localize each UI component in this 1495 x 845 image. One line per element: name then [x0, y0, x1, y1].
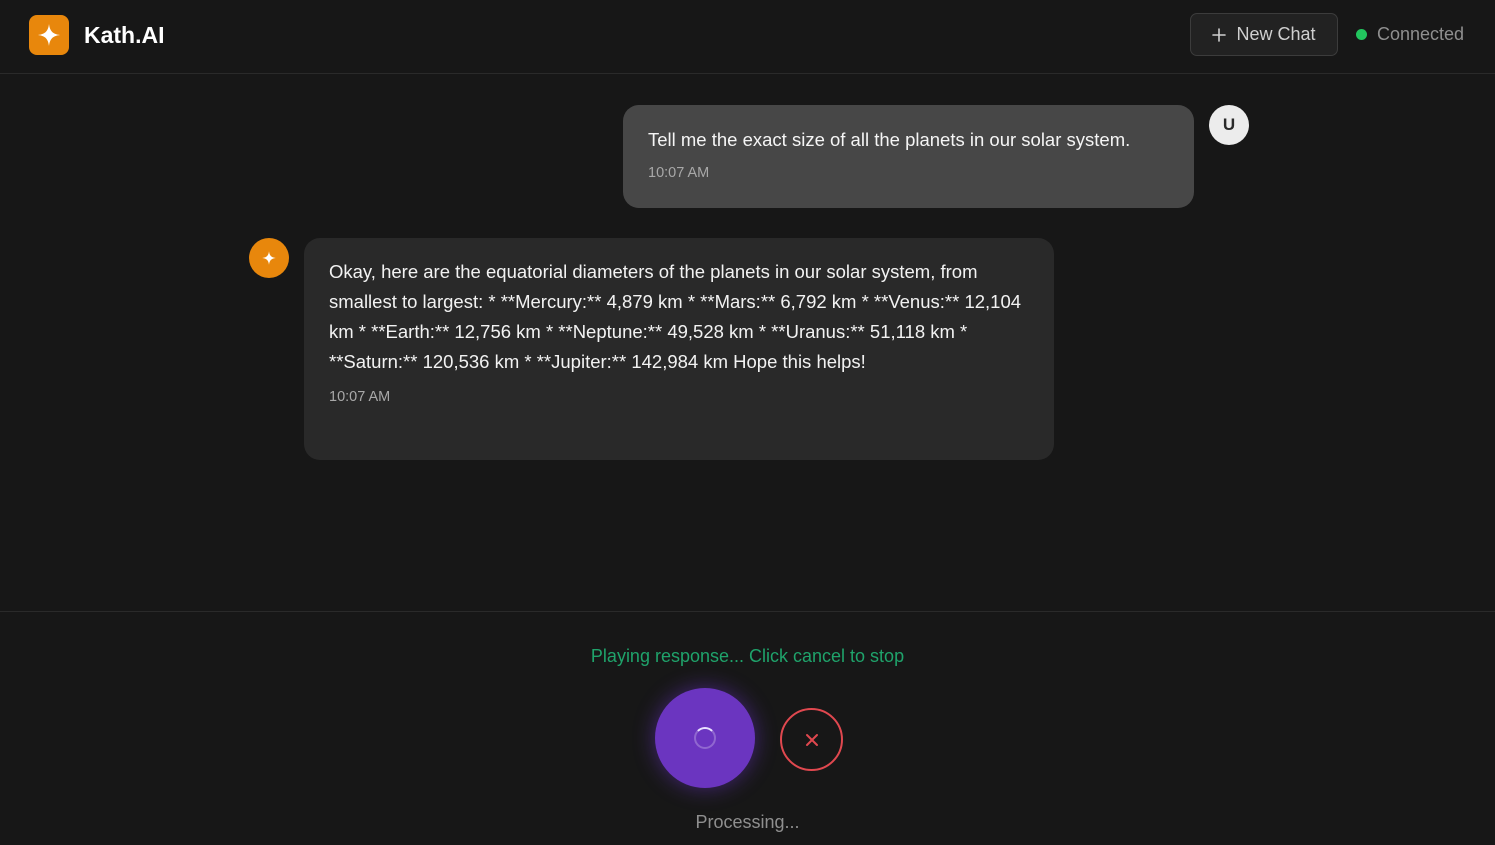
loading-spinner-icon [694, 727, 716, 749]
top-header: Kath.AI New Chat Connected [0, 0, 1495, 74]
sparkle-icon [262, 251, 276, 265]
user-message-text: Tell me the exact size of all the planet… [648, 129, 1131, 150]
status-label: Connected [1377, 24, 1465, 44]
status-dot-icon [1356, 28, 1367, 40]
new-chat-label: New Chat [1236, 24, 1316, 44]
voice-control-area: Playing response... Click cancel to stop… [0, 611, 1495, 845]
connection-status: Connected [1356, 22, 1464, 46]
user-message-bubble: Tell me the exact size of all the planet… [623, 105, 1194, 208]
app-logo [29, 15, 69, 55]
processing-status-text: Processing... [695, 812, 800, 832]
assistant-avatar [249, 238, 289, 278]
plus-icon [1212, 27, 1227, 42]
user-message-time: 10:07 AM [648, 165, 710, 181]
user-avatar: U [1209, 105, 1249, 145]
voice-record-button[interactable] [655, 688, 755, 788]
playing-status-text: Playing response... Click cancel to stop [590, 646, 905, 666]
assistant-message-bubble: Okay, here are the equatorial diameters … [304, 238, 1054, 460]
new-chat-button[interactable]: New Chat [1190, 13, 1338, 56]
assistant-message-time: 10:07 AM [329, 389, 391, 405]
sparkle-icon [38, 24, 60, 46]
app-title: Kath.AI [84, 22, 165, 48]
cancel-button[interactable] [780, 708, 843, 771]
close-icon [805, 733, 818, 746]
assistant-message-text: Okay, here are the equatorial diameters … [329, 261, 1022, 372]
